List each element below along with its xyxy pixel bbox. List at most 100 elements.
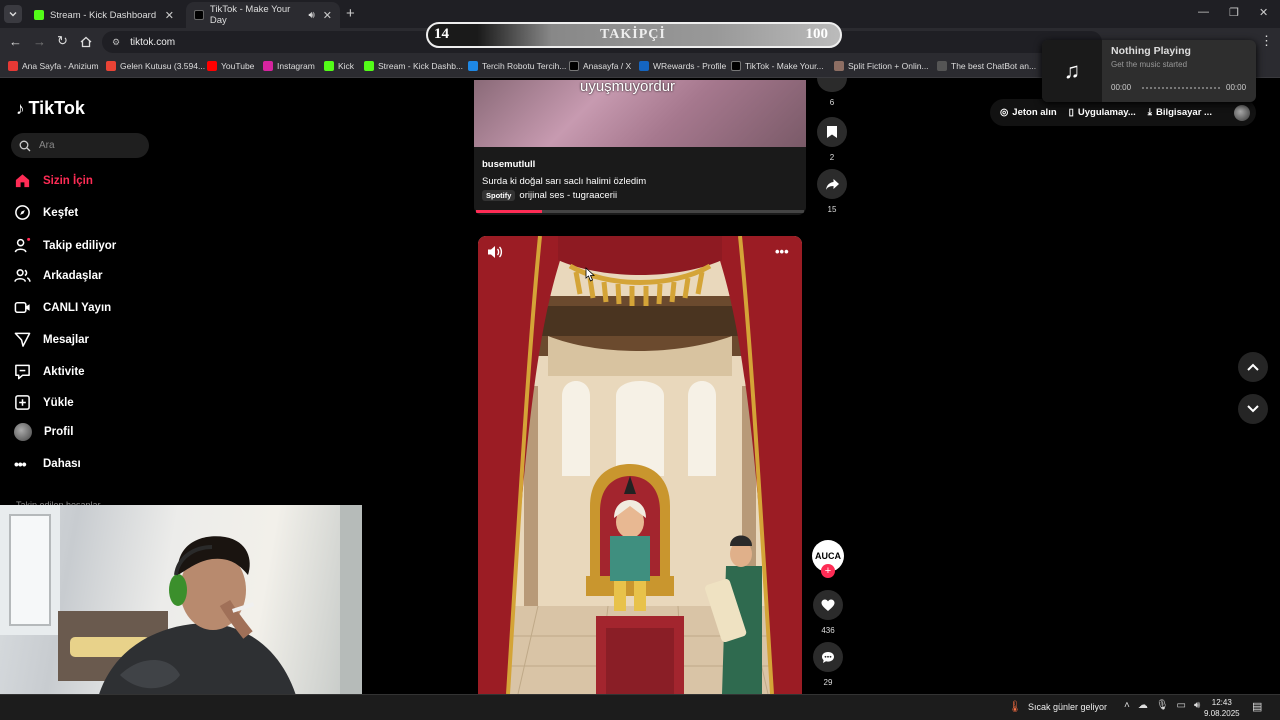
- site-info-icon[interactable]: ⚙: [112, 37, 120, 48]
- mouse-cursor-icon: [585, 267, 596, 282]
- download-icon: ⤓: [1147, 107, 1152, 118]
- sidebar-item-more[interactable]: ••• Dahası: [14, 456, 81, 472]
- follower-label: TAKİPÇİ: [600, 27, 666, 42]
- video-1-username[interactable]: busemutlull: [482, 159, 535, 170]
- bookmark-item[interactable]: YouTube: [207, 61, 254, 71]
- sidebar-item-explore[interactable]: Keşfet: [14, 204, 78, 221]
- video-card-1[interactable]: uyuşmuyordur busemutlull Surda ki doğal …: [474, 80, 806, 215]
- search-icon: [19, 140, 31, 151]
- live-icon: [14, 302, 30, 313]
- media-seek-bar[interactable]: [1142, 87, 1220, 89]
- user-follow-icon: [14, 237, 31, 253]
- tiktok-note-icon: ♪: [16, 98, 25, 118]
- sidebar-item-for-you[interactable]: Sizin İçin: [14, 172, 93, 189]
- bookmark-icon: [827, 126, 837, 138]
- forward-icon[interactable]: →: [33, 34, 46, 49]
- minimize-icon[interactable]: —: [1198, 6, 1209, 18]
- bookmark-item[interactable]: Gelen Kutusu (3.594...: [106, 61, 205, 71]
- kick-icon: [34, 10, 44, 20]
- tab-title: Stream - Kick Dashboard: [50, 9, 157, 21]
- more-options-icon[interactable]: •••: [775, 244, 789, 259]
- message-icon: [14, 332, 31, 347]
- get-coins-button[interactable]: ◎ Jeton alın: [1000, 107, 1057, 118]
- friends-icon: [14, 269, 31, 282]
- video-1-share-action[interactable]: 15: [812, 169, 852, 214]
- media-player-popup: ♫ Nothing Playing Get the music started …: [1042, 40, 1256, 102]
- compass-icon: [15, 205, 30, 220]
- chevron-down-icon: [1247, 405, 1259, 413]
- new-tab-icon[interactable]: +: [346, 5, 355, 22]
- tiktok-sidebar: ♪ TikTok Ara Sizin İçin Keşfet Takip edi…: [0, 80, 160, 510]
- chevron-up-icon[interactable]: ˄: [1124, 700, 1130, 711]
- video-1-sound[interactable]: Spotify orijinal ses - tugraacerii: [482, 190, 617, 201]
- close-tab-icon[interactable]: ✕: [165, 9, 174, 22]
- streamer-camera-feed: [0, 505, 362, 710]
- tab-kick-dashboard[interactable]: Stream - Kick Dashboard ✕: [26, 2, 182, 28]
- speaker-icon[interactable]: 🔊︎: [1194, 700, 1200, 711]
- bookmark-item[interactable]: Split Fiction + Onlin...: [834, 61, 929, 71]
- profile-avatar[interactable]: [1234, 104, 1250, 121]
- network-icon[interactable]: ▭: [1177, 700, 1186, 711]
- get-app-button[interactable]: ▯ Uygulamay...: [1069, 107, 1136, 118]
- media-subtitle: Get the music started: [1111, 60, 1188, 69]
- next-video-button[interactable]: [1238, 394, 1268, 424]
- video-1-progress[interactable]: [476, 210, 804, 213]
- media-title: Nothing Playing: [1111, 45, 1191, 57]
- bookmark-item[interactable]: WRewards - Profile: [639, 61, 726, 71]
- home-icon[interactable]: [80, 36, 92, 48]
- sidebar-item-live[interactable]: CANLI Yayın: [14, 299, 111, 316]
- video-2-like-action[interactable]: 436: [808, 590, 848, 635]
- video-1-bookmark-action[interactable]: 2: [812, 117, 852, 162]
- notification-icon[interactable]: ▤: [1252, 700, 1262, 713]
- bookmark-item[interactable]: The best ChatBot an...: [937, 61, 1036, 71]
- bookmark-item[interactable]: TikTok - Make Your...: [731, 61, 824, 71]
- weather-widget[interactable]: 🌡︎ Sıcak günler geliyor: [1008, 700, 1107, 713]
- chevron-down-icon: [9, 12, 17, 17]
- mute-toggle-icon[interactable]: [486, 244, 504, 265]
- home-icon: [15, 174, 30, 188]
- restore-icon[interactable]: ❐: [1229, 6, 1239, 19]
- bookmark-item[interactable]: Anasayfa / X: [569, 61, 631, 71]
- follow-plus-icon[interactable]: +: [821, 564, 835, 578]
- more-icon: •••: [14, 456, 27, 472]
- bookmark-item[interactable]: Ana Sayfa - Anizium: [8, 61, 99, 71]
- thermometer-icon: 🌡︎: [1008, 701, 1022, 713]
- tab-tiktok[interactable]: TikTok - Make Your Day 🔊︎ ✕: [186, 2, 340, 28]
- video-2-comment-action[interactable]: 29: [808, 642, 848, 687]
- sidebar-item-following[interactable]: Takip ediliyor: [14, 237, 116, 254]
- sidebar-item-friends[interactable]: Arkadaşlar: [14, 267, 102, 284]
- sidebar-item-profile[interactable]: Profil: [14, 423, 73, 441]
- clock[interactable]: 12:43 9.08.2025: [1204, 697, 1240, 719]
- sidebar-item-messages[interactable]: Mesajlar: [14, 331, 89, 348]
- tiktok-logo[interactable]: ♪ TikTok: [16, 98, 85, 119]
- activity-icon: [15, 364, 30, 380]
- sidebar-item-upload[interactable]: Yükle: [14, 394, 74, 411]
- browser-menu-icon[interactable]: ⋮: [1260, 33, 1273, 49]
- clock-time: 12:43: [1211, 698, 1232, 707]
- previous-video-button[interactable]: [1238, 352, 1268, 382]
- sound-name: orijinal ses - tugraacerii: [519, 190, 618, 201]
- reload-icon[interactable]: ↻: [57, 33, 68, 49]
- video-card-2[interactable]: •••: [478, 236, 802, 694]
- cloud-icon[interactable]: ☁: [1138, 700, 1148, 711]
- desktop-app-button[interactable]: ⤓ Bilgisayar ...: [1148, 107, 1212, 118]
- microphone-icon[interactable]: 🎙︎: [1156, 700, 1169, 711]
- bookmark-item[interactable]: Tercih Robotu Tercih...: [468, 61, 566, 71]
- video-1-comment-action[interactable]: 6: [812, 78, 852, 107]
- bookmark-item[interactable]: Instagram: [263, 61, 315, 71]
- follower-goal: 100: [805, 26, 829, 42]
- sidebar-item-activity[interactable]: Aktivite: [14, 363, 85, 380]
- speaker-icon[interactable]: 🔊︎: [308, 10, 314, 21]
- tab-title: TikTok - Make Your Day: [209, 4, 291, 26]
- close-window-icon[interactable]: ✕: [1259, 6, 1268, 19]
- close-tab-icon[interactable]: ✕: [323, 9, 332, 22]
- search-input[interactable]: Ara: [11, 133, 149, 158]
- video-1-thumbnail[interactable]: uyuşmuyordur: [474, 80, 806, 147]
- music-note-icon: ♫: [1042, 40, 1102, 102]
- bookmark-item[interactable]: Kick: [324, 61, 354, 71]
- bookmark-item[interactable]: Stream - Kick Dashb...: [364, 61, 463, 71]
- video-1-overlay-text: uyuşmuyordur: [580, 80, 676, 95]
- back-icon[interactable]: ←: [9, 34, 22, 49]
- tab-search-button[interactable]: [4, 5, 22, 23]
- header-actions: ◎ Jeton alın ▯ Uygulamay... ⤓ Bilgisayar ..…: [990, 99, 1256, 126]
